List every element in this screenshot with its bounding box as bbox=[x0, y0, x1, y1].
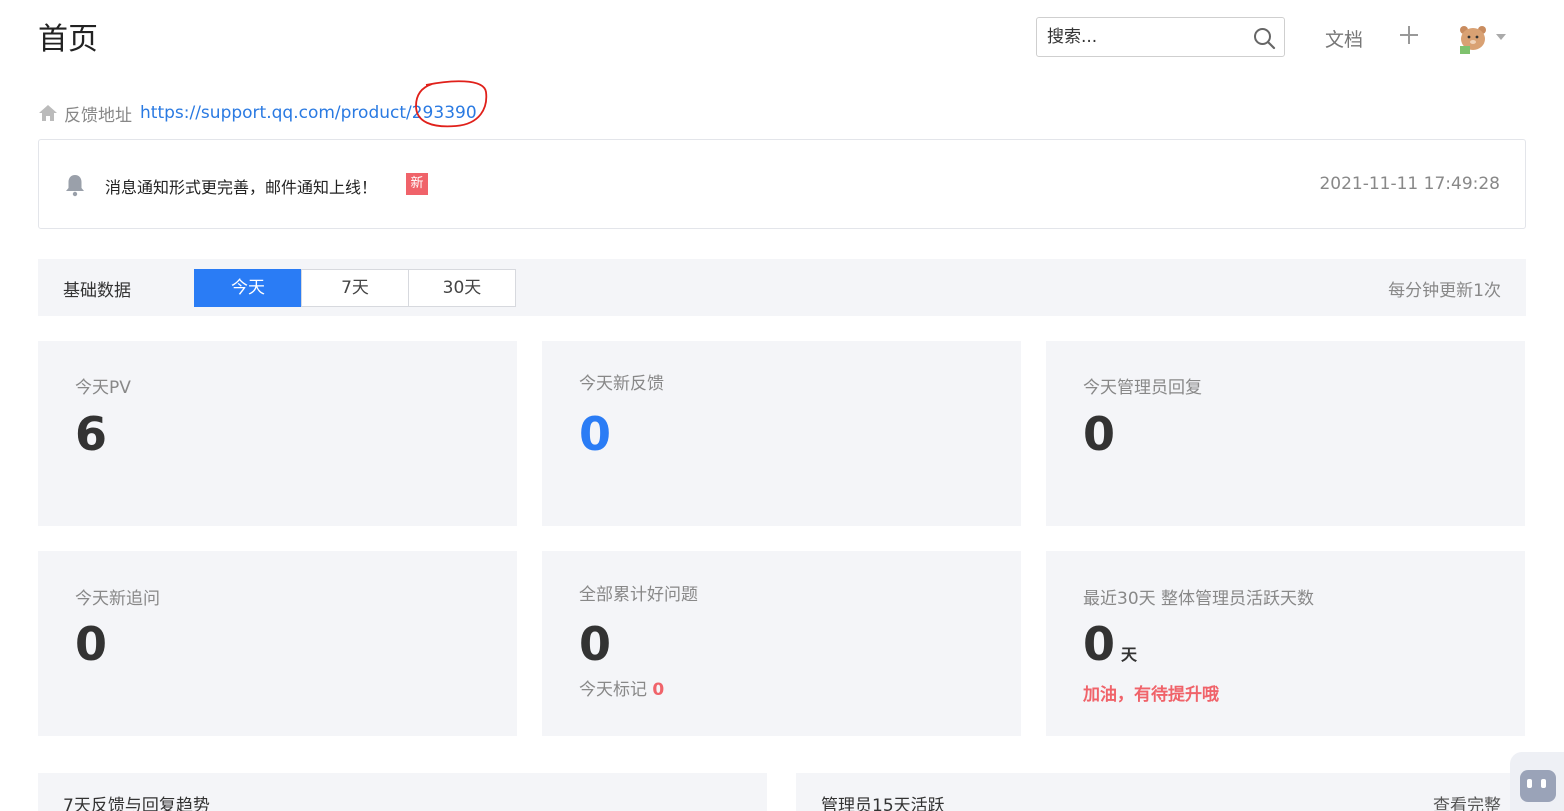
refresh-note: 每分钟更新1次 bbox=[1388, 281, 1501, 301]
active-days-unit: 天 bbox=[1121, 645, 1138, 664]
tab-today[interactable]: 今天 bbox=[194, 269, 302, 307]
active-days-value: 0 bbox=[1083, 617, 1116, 671]
admin-panel-title: 管理员15天活跃 bbox=[821, 796, 945, 811]
docs-link[interactable]: 文档 bbox=[1325, 25, 1363, 52]
stat-value: 6 bbox=[75, 407, 108, 461]
stat-value: 0 bbox=[1083, 407, 1116, 461]
today-marked-label: 今天标记 bbox=[579, 680, 647, 700]
notice-time: 2021-11-11 17:49:28 bbox=[1319, 174, 1500, 194]
stat-card-new-feedback: 今天新反馈 0 bbox=[542, 341, 1021, 526]
stat-card-pv: 今天PV 6 bbox=[38, 341, 517, 526]
stat-label: 今天新追问 bbox=[75, 589, 160, 609]
plus-icon[interactable] bbox=[1398, 24, 1420, 46]
search-input[interactable] bbox=[1047, 26, 1247, 48]
stat-value: 0天 bbox=[1083, 621, 1137, 667]
help-widget[interactable] bbox=[1510, 752, 1564, 811]
stat-label: 最近30天 整体管理员活跃天数 bbox=[1083, 589, 1315, 609]
trend-panel-title: 7天反馈与回复趋势 bbox=[63, 796, 210, 811]
home-icon bbox=[39, 105, 57, 121]
admin-active-panel: 管理员15天活跃 查看完整 bbox=[796, 773, 1526, 811]
cheer-text: 加油，有待提升哦 bbox=[1083, 685, 1219, 705]
basic-data-label: 基础数据 bbox=[63, 281, 131, 301]
avatar-bear-icon bbox=[1456, 22, 1490, 54]
stat-label: 今天管理员回复 bbox=[1083, 378, 1202, 398]
search-box[interactable] bbox=[1036, 17, 1285, 57]
notice-bar: 消息通知形式更完善，邮件通知上线！ 新 2021-11-11 17:49:28 bbox=[38, 139, 1526, 229]
feedback-label: 反馈地址 bbox=[64, 105, 132, 126]
stat-card-new-followup: 今天新追问 0 bbox=[38, 551, 517, 736]
range-tabs: 今天 7天 30天 bbox=[194, 269, 516, 307]
view-full-link[interactable]: 查看完整 bbox=[1433, 791, 1501, 811]
bell-icon bbox=[66, 175, 84, 197]
stat-value[interactable]: 0 bbox=[579, 411, 611, 457]
feedback-url-link[interactable]: https://support.qq.com/product/293390 bbox=[140, 103, 477, 123]
stat-label: 全部累计好问题 bbox=[579, 585, 698, 605]
trend-panel: 7天反馈与回复趋势 bbox=[38, 773, 767, 811]
tab-30-days[interactable]: 30天 bbox=[408, 269, 516, 307]
stat-card-good-questions: 全部累计好问题 0 今天标记 0 bbox=[542, 551, 1021, 736]
stat-label: 今天新反馈 bbox=[579, 374, 664, 394]
tab-7-days[interactable]: 7天 bbox=[301, 269, 409, 307]
stat-value: 0 bbox=[579, 617, 612, 671]
page-title: 首页 bbox=[38, 22, 98, 57]
stat-card-admin-active: 最近30天 整体管理员活跃天数 0天 加油，有待提升哦 bbox=[1046, 551, 1525, 736]
avatar[interactable] bbox=[1456, 22, 1490, 54]
stat-card-admin-reply: 今天管理员回复 0 bbox=[1046, 341, 1525, 526]
today-marked-value: 0 bbox=[652, 680, 665, 700]
today-marked: 今天标记 0 bbox=[579, 675, 664, 700]
new-badge: 新 bbox=[406, 173, 428, 195]
chat-robot-icon bbox=[1520, 770, 1556, 802]
notice-text[interactable]: 消息通知形式更完善，邮件通知上线！ bbox=[105, 174, 377, 198]
search-icon[interactable] bbox=[1252, 26, 1276, 50]
feedback-address: 反馈地址 https://support.qq.com/product/2933… bbox=[38, 101, 477, 126]
stat-value: 0 bbox=[75, 617, 108, 671]
stat-label: 今天PV bbox=[75, 378, 131, 398]
basic-data-bar: 基础数据 今天 7天 30天 每分钟更新1次 bbox=[38, 259, 1526, 316]
chevron-down-icon[interactable] bbox=[1496, 34, 1506, 40]
